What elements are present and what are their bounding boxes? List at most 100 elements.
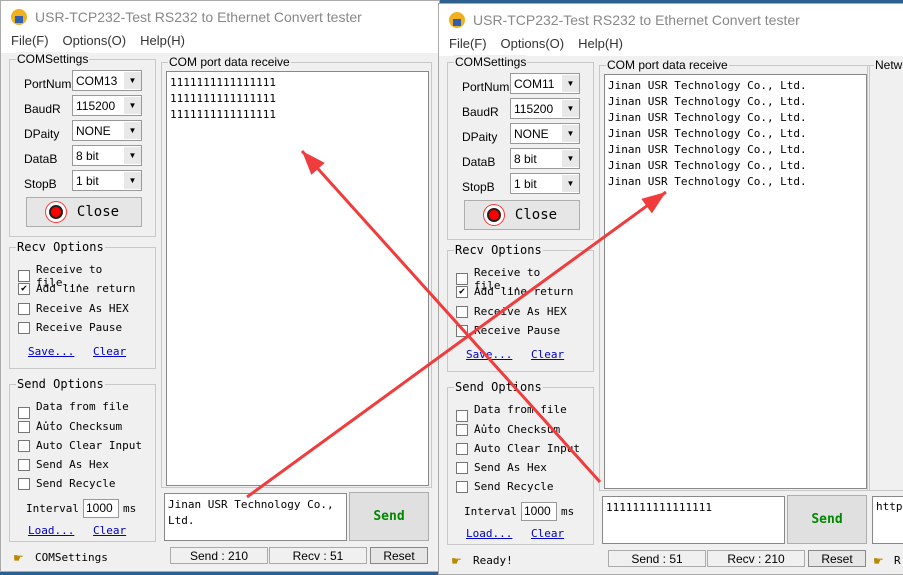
- clear-send-link[interactable]: Clear: [93, 524, 126, 537]
- stopbits-value: 1 bit: [514, 176, 537, 191]
- chevron-down-icon[interactable]: ▼: [124, 147, 141, 164]
- send-recycle-checkbox[interactable]: Send Recycle: [18, 477, 115, 490]
- send-input[interactable]: Jinan USR Technology Co., Ltd.: [164, 493, 347, 541]
- menu-bar: File(F) Options(O) Help(H): [439, 36, 903, 56]
- receive-as-hex-checkbox[interactable]: Receive As HEX: [456, 305, 567, 318]
- app-icon: [11, 9, 27, 25]
- interval-label: Interval: [26, 502, 79, 515]
- clear-receive-link[interactable]: Clear: [93, 345, 126, 358]
- send-recycle-checkbox[interactable]: Send Recycle: [456, 480, 553, 493]
- chevron-down-icon[interactable]: ▼: [562, 100, 579, 117]
- interval-input[interactable]: 1000: [521, 502, 557, 521]
- checkbox-box[interactable]: [456, 442, 468, 455]
- chevron-down-icon[interactable]: ▼: [124, 172, 141, 189]
- chevron-down-icon[interactable]: ▼: [562, 75, 579, 92]
- menu-help[interactable]: Help(H): [578, 36, 623, 56]
- reset-button[interactable]: Reset: [808, 550, 866, 567]
- receive-pause-checkbox[interactable]: Receive Pause: [456, 324, 560, 337]
- clear-receive-link[interactable]: Clear: [531, 348, 564, 361]
- menu-options[interactable]: Options(O): [501, 36, 565, 56]
- send-button[interactable]: Send: [349, 492, 429, 541]
- interval-input[interactable]: 1000: [83, 499, 119, 518]
- checkbox-box[interactable]: [456, 480, 468, 493]
- save-link[interactable]: Save...: [28, 345, 74, 358]
- send-as-hex-checkbox[interactable]: Send As Hex: [18, 458, 109, 471]
- checkbox-box[interactable]: [456, 305, 468, 318]
- load-link[interactable]: Load...: [466, 527, 512, 540]
- send-button[interactable]: Send: [787, 495, 867, 544]
- checkbox-box[interactable]: [18, 407, 30, 419]
- checkbox-box[interactable]: [18, 458, 30, 471]
- port-select[interactable]: COM13 ▼: [72, 70, 142, 91]
- checkbox-box[interactable]: [456, 410, 468, 422]
- chevron-down-icon[interactable]: ▼: [562, 175, 579, 192]
- auto-checksum-checkbox[interactable]: Auto Checksum: [456, 423, 560, 436]
- chevron-down-icon[interactable]: ▼: [562, 125, 579, 142]
- databits-label: DataB: [24, 151, 58, 166]
- group-label: COM port data receive: [606, 58, 729, 72]
- reset-button[interactable]: Reset: [370, 547, 428, 564]
- chevron-down-icon[interactable]: ▼: [124, 72, 141, 89]
- menu-file[interactable]: File(F): [449, 36, 487, 56]
- close-port-button[interactable]: Close: [26, 197, 142, 227]
- databits-select[interactable]: 8 bit ▼: [510, 148, 580, 169]
- group-label: COMSettings: [16, 52, 90, 66]
- auto-clear-input-checkbox[interactable]: Auto Clear Input: [456, 442, 580, 455]
- checkbox-box[interactable]: [18, 420, 30, 433]
- checkbox-label: Add line return: [36, 282, 136, 295]
- menu-file[interactable]: File(F): [11, 33, 49, 53]
- send-as-hex-checkbox[interactable]: Send As Hex: [456, 461, 547, 474]
- checkbox-box[interactable]: ✔: [18, 282, 30, 295]
- window-title: USR-TCP232-Test RS232 to Ethernet Conver…: [35, 9, 362, 25]
- port-value: COM13: [76, 73, 118, 88]
- send-input[interactable]: 1111111111111111: [602, 496, 785, 544]
- menu-options[interactable]: Options(O): [63, 33, 127, 53]
- chevron-down-icon[interactable]: ▼: [562, 150, 579, 167]
- group-label: Netw: [874, 58, 903, 72]
- send-count: Send : 51: [608, 550, 706, 567]
- databits-select[interactable]: 8 bit ▼: [72, 145, 142, 166]
- auto-clear-input-checkbox[interactable]: Auto Clear Input: [18, 439, 142, 452]
- port-select[interactable]: COM11 ▼: [510, 73, 580, 94]
- checkbox-label: Send Recycle: [474, 480, 554, 493]
- add-line-return-checkbox[interactable]: ✔ Add line return: [456, 285, 573, 298]
- stopbits-select[interactable]: 1 bit ▼: [72, 170, 142, 191]
- menu-help[interactable]: Help(H): [140, 33, 185, 53]
- chevron-down-icon[interactable]: ▼: [124, 97, 141, 114]
- parity-select[interactable]: NONE ▼: [72, 120, 142, 141]
- save-link[interactable]: Save...: [466, 348, 512, 361]
- auto-checksum-checkbox[interactable]: Auto Checksum: [18, 420, 122, 433]
- baud-select[interactable]: 115200 ▼: [72, 95, 142, 116]
- checkbox-box[interactable]: [456, 461, 468, 474]
- checkbox-box[interactable]: [18, 321, 30, 334]
- checkbox-label: Receive Pause: [36, 321, 123, 334]
- baud-select[interactable]: 115200 ▼: [510, 98, 580, 119]
- clear-send-link[interactable]: Clear: [531, 527, 564, 540]
- parity-select[interactable]: NONE ▼: [510, 123, 580, 144]
- checkbox-label: Send As Hex: [474, 461, 547, 474]
- network-send-input[interactable]: http:: [872, 496, 903, 544]
- chevron-down-icon[interactable]: ▼: [124, 122, 141, 139]
- checkbox-box[interactable]: [18, 302, 30, 315]
- port-value: COM11: [514, 76, 555, 91]
- checkbox-box[interactable]: [456, 324, 468, 337]
- add-line-return-checkbox[interactable]: ✔ Add line return: [18, 282, 135, 295]
- receive-textarea[interactable]: Jinan USR Technology Co., Ltd. Jinan USR…: [604, 74, 867, 489]
- receive-as-hex-checkbox[interactable]: Receive As HEX: [18, 302, 129, 315]
- stopbits-label: StopB: [24, 176, 57, 191]
- stopbits-select[interactable]: 1 bit ▼: [510, 173, 580, 194]
- baud-label: BaudR: [24, 101, 61, 116]
- receive-textarea[interactable]: 1111111111111111 1111111111111111 111111…: [166, 71, 429, 486]
- checkbox-box[interactable]: ✔: [456, 285, 468, 298]
- checkbox-box[interactable]: [456, 273, 468, 285]
- parity-label: DPaity: [462, 129, 498, 144]
- receive-pause-checkbox[interactable]: Receive Pause: [18, 321, 122, 334]
- checkbox-box[interactable]: [456, 423, 468, 436]
- checkbox-box[interactable]: [18, 439, 30, 452]
- close-port-button[interactable]: Close: [464, 200, 580, 230]
- checkbox-box[interactable]: [18, 477, 30, 490]
- load-link[interactable]: Load...: [28, 524, 74, 537]
- databits-label: DataB: [462, 154, 496, 169]
- group-label: COM port data receive: [168, 55, 291, 69]
- checkbox-box[interactable]: [18, 270, 30, 282]
